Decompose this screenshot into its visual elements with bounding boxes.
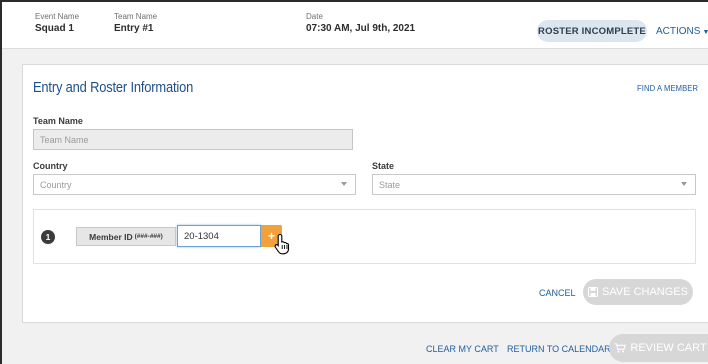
country-select-value: Country — [40, 179, 72, 190]
state-field-label: State — [372, 161, 395, 171]
save-changes-label: SAVE CHANGES — [602, 286, 688, 298]
chevron-down-icon — [681, 182, 687, 186]
country-select[interactable]: Country — [33, 174, 356, 195]
caret-down-icon: ▼ — [702, 29, 708, 36]
team-name-label: Team Name — [114, 12, 158, 21]
save-changes-button[interactable]: SAVE CHANGES — [583, 279, 693, 305]
member-id-input[interactable]: 20-1304 — [177, 225, 261, 247]
cancel-button[interactable]: CANCEL — [539, 288, 576, 298]
chevron-down-icon — [341, 182, 347, 186]
event-name-label: Event Name — [35, 12, 80, 21]
team-name-placeholder: Team Name — [40, 134, 89, 145]
date-value: 07:30 AM, Jul 9th, 2021 — [306, 23, 416, 34]
team-name-block: Team Name Entry #1 — [114, 12, 157, 35]
state-select[interactable]: State — [372, 174, 696, 195]
card-title: Entry and Roster Information — [33, 79, 194, 96]
team-name-field-label: Team Name — [33, 116, 83, 126]
member-id-format: (###-###) — [134, 233, 163, 240]
event-name-value: Squad 1 — [35, 23, 74, 34]
save-disk-icon — [588, 287, 598, 297]
roster-status-badge: ROSTER INCOMPLETE — [537, 20, 647, 42]
date-block: Date 07:30 AM, Jul 9th, 2021 — [306, 12, 415, 35]
event-name-block: Event Name Squad 1 — [35, 12, 79, 35]
entry-header-bar: Event Name Squad 1 Team Name Entry #1 Da… — [2, 2, 708, 49]
team-name-value: Entry #1 — [114, 23, 154, 34]
find-member-link[interactable]: FIND A MEMBER — [637, 83, 698, 93]
hand-pointer-cursor-icon — [274, 233, 290, 255]
team-name-input[interactable]: Team Name — [33, 129, 353, 150]
actions-dropdown[interactable]: ACTIONS ▼ — [656, 26, 708, 37]
state-select-value: State — [379, 179, 401, 190]
review-cart-button[interactable]: REVIEW CART — [609, 334, 708, 362]
cart-icon — [614, 343, 627, 353]
review-cart-label: REVIEW CART — [630, 342, 707, 354]
member-number-badge: 1 — [41, 230, 55, 244]
clear-cart-link[interactable]: CLEAR MY CART — [426, 344, 499, 354]
member-id-label-text: Member ID — [89, 231, 133, 242]
return-to-calendar-link[interactable]: RETURN TO CALENDAR — [507, 344, 611, 354]
entry-roster-card: Entry and Roster Information FIND A MEMB… — [22, 64, 708, 323]
member-id-value: 20-1304 — [184, 230, 219, 242]
date-label: Date — [306, 12, 323, 21]
member-id-label: Member ID (###-###) — [76, 227, 176, 246]
member-entry-row: 1 Member ID (###-###) 20-1304 + — [33, 209, 696, 264]
country-field-label: Country — [33, 161, 68, 171]
actions-label: ACTIONS — [656, 26, 701, 37]
